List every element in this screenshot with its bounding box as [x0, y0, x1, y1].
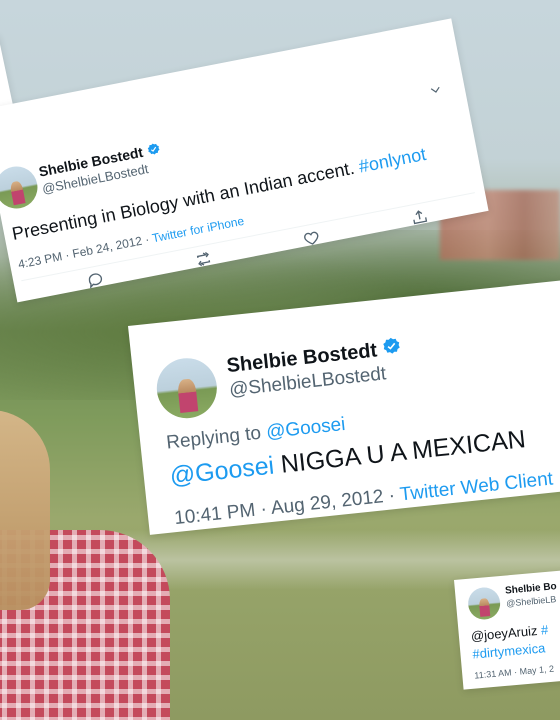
- replying-to-link[interactable]: @Goosei: [265, 414, 346, 443]
- verified-badge-icon: [145, 141, 162, 160]
- tweet-timestamp[interactable]: 11:31 AM · May 1, 2: [474, 664, 554, 681]
- avatar[interactable]: [0, 162, 42, 213]
- replying-to-label: Replying to: [165, 422, 268, 454]
- mention-text[interactable]: @joeyAruiz: [470, 623, 538, 644]
- person-hair: [0, 410, 50, 610]
- tweet-author-handle[interactable]: @ShelbieLB: [506, 594, 557, 608]
- verified-badge-icon: [381, 336, 404, 364]
- avatar[interactable]: [153, 355, 220, 422]
- chevron-down-icon[interactable]: [427, 82, 443, 98]
- hashtag-link[interactable]: #: [537, 622, 549, 638]
- mention-link[interactable]: @Goosei: [168, 452, 275, 491]
- avatar[interactable]: [466, 586, 502, 621]
- source-link[interactable]: Twitter for iPhone: [151, 214, 245, 246]
- tweet-card: Shelbie Bo @ShelbieLB @joeyAruiz # #dirt…: [454, 567, 560, 690]
- hashtag-link[interactable]: #dirtymexica: [472, 640, 546, 661]
- hashtag-link[interactable]: #onlynot: [357, 144, 428, 177]
